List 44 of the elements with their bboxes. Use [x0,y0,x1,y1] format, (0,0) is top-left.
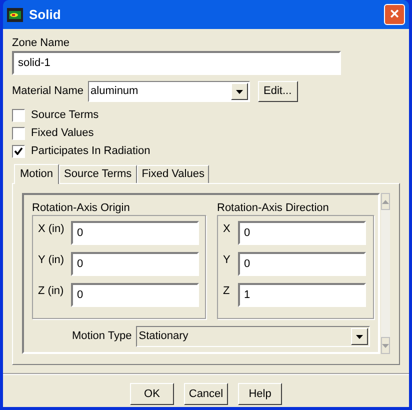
field-label: X (in) [38,222,66,237]
scrollbar[interactable] [381,193,390,354]
up-arrow-icon [382,200,389,204]
checkbox-label: Participates In Radiation [31,144,150,159]
scroll-down-button[interactable] [381,337,390,354]
app-icon [7,8,23,22]
coordinate-field[interactable]: 0 [71,221,199,245]
dialog-button[interactable]: OK [130,383,174,405]
down-arrow-icon [382,344,389,348]
coordinate-field[interactable]: 0 [71,252,199,276]
caret-icon [236,90,243,94]
close-button[interactable]: × [384,4,405,25]
checkbox-label: Source Terms [31,108,99,123]
checkbox[interactable] [12,126,25,140]
checkbox[interactable] [12,144,25,158]
checkbox[interactable] [12,108,25,122]
coordinate-field[interactable]: 0 [71,283,199,307]
field-label: Z [223,284,231,299]
motion-type-dropdown[interactable]: Stationary [136,326,370,347]
tab[interactable]: Fixed Values [136,165,210,183]
coordinate-field[interactable]: 0 [238,252,366,276]
caret-icon [356,334,363,338]
check-icon [14,147,23,155]
scroll-up-button[interactable] [381,193,390,210]
window-title: Solid [29,6,62,24]
field-label: Motion Type [72,329,132,344]
field-label: X [223,222,232,237]
field-label: Z (in) [38,284,65,299]
edit-button[interactable]: Edit... [258,81,298,102]
field-label: Zone Name [12,36,70,51]
field-label: Y (in) [38,253,66,268]
field-label: Material Name [12,84,84,100]
group-title: Rotation-Axis Origin [32,201,131,215]
dialog-button[interactable]: Help [238,383,282,405]
material-dropdown[interactable]: aluminum [88,81,250,102]
coordinate-field[interactable]: 0 [238,221,366,245]
dialog-button[interactable]: Cancel [184,383,228,405]
tab[interactable]: Motion [14,164,60,184]
group-title: Rotation-Axis Direction [217,201,330,215]
tab[interactable]: Source Terms [59,165,137,183]
zone-name-field[interactable]: solid-1 [12,51,341,75]
checkbox-label: Fixed Values [31,126,94,141]
coordinate-field[interactable]: 1 [238,283,366,307]
field-label: Y [223,253,232,268]
